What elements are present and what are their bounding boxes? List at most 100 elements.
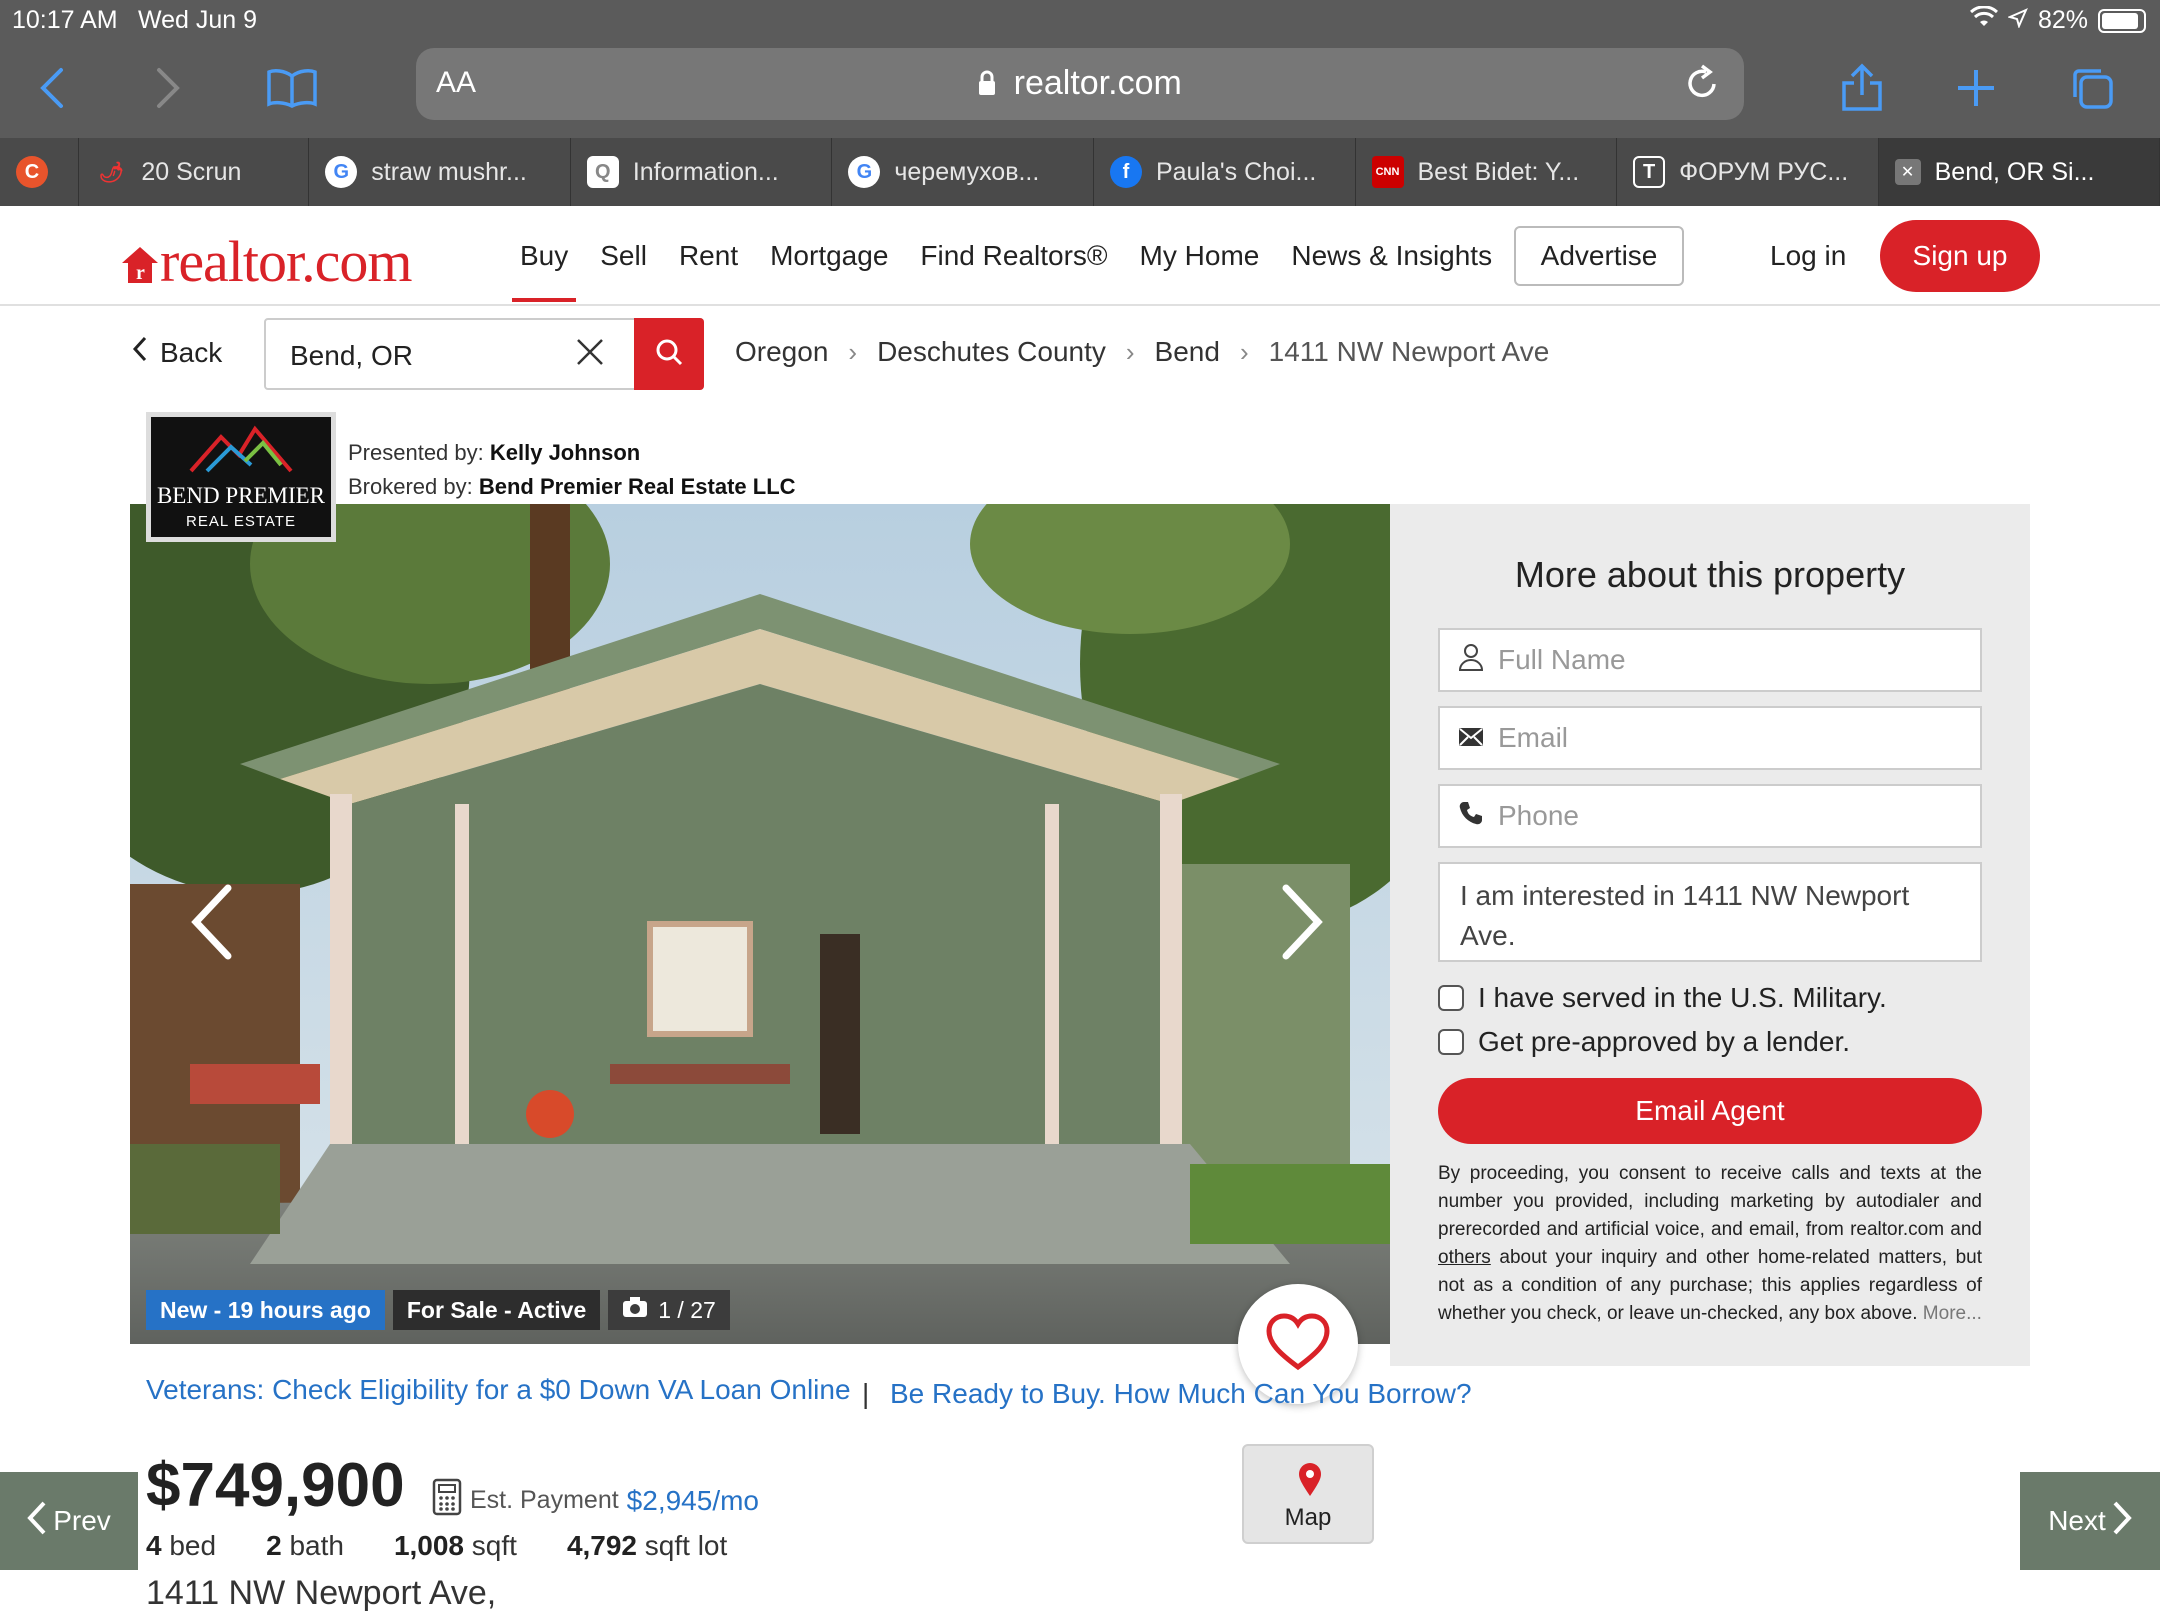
est-payment-value[interactable]: $2,945/mo [627, 1485, 759, 1517]
tab-strip: C 🌶 20 Scrun G straw mushr... Q Informat… [0, 138, 2160, 206]
va-loan-link[interactable]: Veterans: Check Eligibility for a $0 Dow… [146, 1374, 851, 1406]
listing-photo[interactable]: New - 19 hours ago For Sale - Active 1 /… [130, 504, 1390, 1344]
tab-1[interactable]: 🌶 20 Scrun [79, 138, 310, 206]
consent-text: By proceeding, you consent to receive ca… [1438, 1160, 1982, 1328]
close-tab-icon[interactable]: ✕ [1894, 159, 1921, 185]
heart-icon [1265, 1312, 1331, 1376]
back-arrow-icon[interactable] [22, 58, 82, 118]
advertise-button[interactable]: Advertise [1514, 226, 1684, 286]
signup-button[interactable]: Sign up [1880, 220, 2040, 292]
beds-spec: 4 bed [146, 1530, 216, 1562]
search-input[interactable]: Bend, OR [290, 340, 413, 372]
breadcrumb-city[interactable]: Bend [1155, 336, 1220, 368]
tab-5[interactable]: f Paula's Choi... [1094, 138, 1356, 206]
address-bar[interactable]: AA realtor.com [416, 48, 1744, 120]
forward-arrow-icon[interactable] [138, 58, 198, 118]
main-nav: Buy Sell Rent Mortgage Find Realtors® My… [504, 236, 1508, 302]
preapproval-checkbox-box[interactable] [1438, 1029, 1464, 1055]
browser-toolbar: AA realtor.com [0, 40, 2160, 138]
url-display[interactable]: realtor.com [416, 64, 1744, 103]
email-field[interactable]: Email [1438, 706, 1982, 770]
status-right: 82% [1969, 5, 2146, 35]
consent-part-a: By proceeding, you consent to receive ca… [1438, 1163, 1982, 1240]
breadcrumb: Oregon › Deschutes County › Bend › 1411 … [735, 336, 1549, 368]
broker-logo-line1: BEND PREMIER [156, 483, 326, 508]
tab-label: Information... [632, 157, 779, 186]
full-name-field[interactable]: Full Name [1438, 628, 1982, 692]
tab-8-active[interactable]: ✕ Bend, OR Si... [1878, 138, 2160, 206]
map-pin-icon [1296, 1462, 1324, 1503]
lot-spec: 4,792 sqft lot [567, 1530, 727, 1562]
map-button[interactable]: Map [1242, 1444, 1374, 1544]
prev-listing-button[interactable]: Prev [0, 1472, 138, 1570]
lot-value: 4,792 [566, 1530, 638, 1561]
location-icon [2007, 6, 2028, 35]
estimated-payment[interactable]: Est. Payment $2,945/mo [432, 1478, 759, 1523]
tab-0[interactable]: C [0, 138, 80, 206]
photo-prev-arrow[interactable] [190, 884, 234, 965]
share-icon[interactable] [1832, 58, 1892, 118]
search-icon [654, 337, 684, 372]
tab-favicon: C [16, 156, 48, 188]
phone-field[interactable]: Phone [1438, 784, 1982, 848]
tab-2[interactable]: G straw mushr... [309, 138, 571, 206]
nav-news-insights[interactable]: News & Insights [1275, 236, 1508, 302]
back-link[interactable]: Back [132, 336, 222, 369]
breadcrumb-county[interactable]: Deschutes County [877, 336, 1106, 368]
cnn-icon: CNN [1371, 156, 1404, 188]
tab-label: Paula's Choi... [1155, 157, 1317, 186]
nav-find-realtors[interactable]: Find Realtors® [904, 236, 1123, 302]
tab-label: Bend, OR Si... [1934, 157, 2095, 186]
photo-count-badge[interactable]: 1 / 27 [608, 1290, 730, 1330]
message-field[interactable]: I am interested in 1411 NW Newport Ave. [1438, 862, 1982, 962]
email-agent-button[interactable]: Email Agent [1438, 1078, 1982, 1144]
broker-logo-line2: REAL ESTATE [186, 513, 296, 530]
location-search[interactable]: Bend, OR [264, 318, 704, 390]
battery-percent: 82% [2037, 6, 2088, 34]
reload-icon[interactable] [1684, 64, 1720, 107]
svg-text:r: r [136, 262, 145, 284]
military-checkbox[interactable]: I have served in the U.S. Military. [1438, 982, 1887, 1014]
borrow-link[interactable]: Be Ready to Buy. How Much Can You Borrow… [890, 1378, 1472, 1410]
promo-separator: | [862, 1378, 870, 1409]
nav-my-home[interactable]: My Home [1124, 236, 1276, 302]
tab-7[interactable]: T ФОРУМ РУС... [1617, 138, 1879, 206]
next-listing-button[interactable]: Next [2020, 1472, 2160, 1570]
chevron-right-icon [2112, 1500, 2132, 1543]
person-icon [1458, 643, 1484, 678]
breadcrumb-oregon[interactable]: Oregon [735, 336, 828, 368]
chevron-right-icon: › [1125, 336, 1135, 367]
prev-label: Prev [53, 1505, 111, 1536]
login-link[interactable]: Log in [1770, 240, 1846, 272]
listing-address: 1411 NW Newport Ave, [146, 1574, 497, 1612]
nav-sell[interactable]: Sell [584, 236, 663, 302]
chevron-left-icon [132, 336, 148, 369]
military-checkbox-box[interactable] [1438, 985, 1464, 1011]
preapproval-checkbox[interactable]: Get pre-approved by a lender. [1438, 1026, 1850, 1058]
bookmarks-icon[interactable] [262, 58, 322, 118]
search-button[interactable] [634, 318, 704, 390]
nav-rent[interactable]: Rent [663, 236, 754, 302]
nav-mortgage[interactable]: Mortgage [754, 236, 904, 302]
tabs-overview-icon[interactable] [2062, 58, 2122, 118]
presented-label: Presented by: [348, 440, 484, 465]
realtor-logo[interactable]: r realtor.com [120, 228, 413, 301]
status-bar: 10:17 AM Wed Jun 9 82% [0, 0, 2160, 40]
tab-4[interactable]: G черемухов... [832, 138, 1094, 206]
broker-logo: BEND PREMIER REAL ESTATE [146, 412, 336, 542]
clear-icon[interactable] [574, 336, 606, 373]
new-listing-badge: New - 19 hours ago [146, 1290, 385, 1330]
consent-more-link[interactable]: More... [1923, 1303, 1982, 1324]
breadcrumb-current: 1411 NW Newport Ave [1268, 336, 1550, 367]
nav-buy[interactable]: Buy [504, 236, 584, 302]
tab-3[interactable]: Q Information... [571, 138, 833, 206]
camera-icon [622, 1296, 648, 1324]
consent-others-link[interactable]: others [1438, 1247, 1491, 1268]
chevron-right-icon: › [848, 336, 858, 367]
new-tab-icon[interactable] [1946, 58, 2006, 118]
calculator-icon [432, 1478, 462, 1523]
back-label: Back [160, 336, 223, 368]
tab-label: Best Bidet: Y... [1417, 157, 1580, 186]
photo-next-arrow[interactable] [1280, 884, 1324, 965]
tab-6[interactable]: CNN Best Bidet: Y... [1356, 138, 1618, 206]
